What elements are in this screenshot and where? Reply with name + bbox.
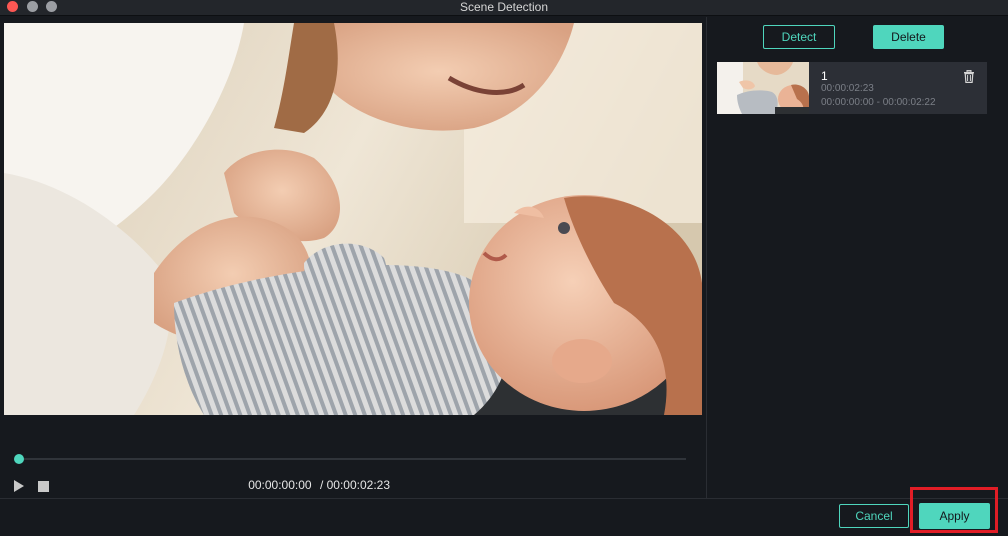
progress-handle[interactable]: [14, 454, 24, 464]
window-title: Scene Detection: [459, 0, 549, 14]
footer-divider: [0, 498, 1008, 499]
total-time: / 00:00:02:23: [319, 478, 390, 492]
delete-button[interactable]: Delete: [873, 25, 944, 49]
apply-button[interactable]: Apply: [919, 503, 990, 529]
title-bar: Scene Detection: [0, 0, 1008, 16]
cancel-button[interactable]: Cancel: [839, 504, 909, 528]
scene-index: 1: [821, 69, 828, 83]
trash-icon[interactable]: [963, 70, 975, 83]
timecode: 00:00:00:00 / 00:00:02:23: [248, 478, 392, 492]
progress-track[interactable]: [18, 458, 686, 460]
scene-duration: 00:00:02:23: [821, 83, 874, 94]
scene-thumbnail: [717, 62, 809, 114]
play-icon[interactable]: [13, 479, 27, 493]
detect-button[interactable]: Detect: [763, 25, 835, 49]
scene-range: 00:00:00:00 - 00:00:02:22: [821, 97, 936, 108]
pane-divider: [706, 17, 707, 499]
current-time: 00:00:00:00: [248, 478, 312, 492]
stop-icon[interactable]: [38, 481, 49, 492]
scene-list-item[interactable]: 1 00:00:02:23 00:00:00:00 - 00:00:02:22: [717, 62, 987, 114]
video-frame-image: [4, 23, 702, 415]
video-preview[interactable]: [4, 23, 702, 415]
preview-pane: 00:00:00:00 / 00:00:02:23: [0, 17, 706, 499]
